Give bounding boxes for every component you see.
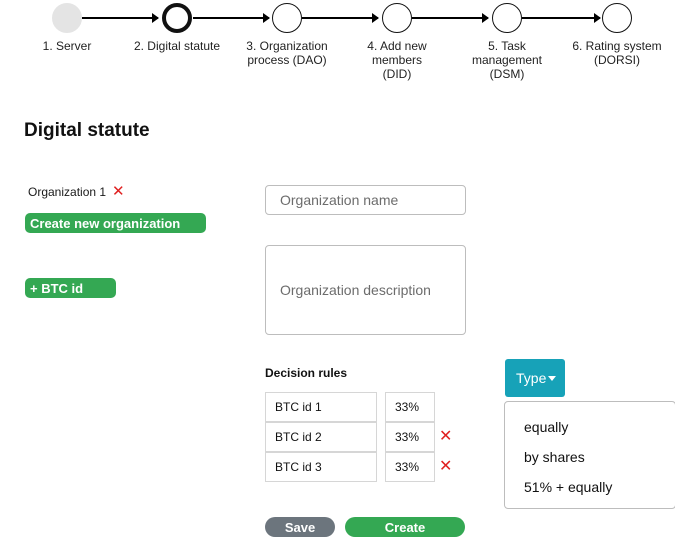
organization-item[interactable]: Organization 1 ✕: [28, 184, 125, 199]
rule-share-field[interactable]: 33%: [385, 452, 435, 482]
type-dropdown-label: Type: [516, 369, 547, 386]
caret-down-icon: [548, 376, 557, 382]
step-2-label: 2. Digital statute: [133, 39, 221, 53]
create-organization-button[interactable]: Create new organization: [25, 213, 206, 233]
add-btc-id-button[interactable]: + BTC id: [25, 278, 116, 298]
step-4-indicator[interactable]: [382, 3, 412, 33]
step-1-indicator[interactable]: [52, 3, 82, 33]
organization-name-input[interactable]: Organization name: [265, 185, 466, 215]
step-connector: [82, 13, 159, 23]
close-icon[interactable]: ✕: [112, 184, 125, 199]
decision-rules-label: Decision rules: [265, 366, 348, 380]
step-connector: [522, 13, 601, 23]
type-option-equally[interactable]: equally: [505, 412, 675, 442]
step-connector: [193, 13, 270, 23]
organization-description-input[interactable]: Organization description: [265, 245, 466, 335]
rule-btc-id-field[interactable]: BTC id 1: [265, 392, 377, 422]
create-button[interactable]: Create: [345, 517, 465, 537]
organization-name: Organization 1: [28, 185, 107, 199]
rule-share-field[interactable]: 33%: [385, 392, 435, 422]
type-dropdown-menu: equally by shares 51% + equally: [504, 401, 675, 509]
step-1-label: 1. Server: [42, 39, 92, 53]
rule-btc-id-field[interactable]: BTC id 3: [265, 452, 377, 482]
step-4-label: 4. Add new members (DID): [367, 39, 427, 81]
step-5-indicator[interactable]: [492, 3, 522, 33]
type-option-majority-equally[interactable]: 51% + equally: [505, 472, 675, 502]
step-3-indicator[interactable]: [272, 3, 302, 33]
page-title: Digital statute: [24, 120, 150, 141]
step-connector: [412, 13, 489, 23]
type-option-by-shares[interactable]: by shares: [505, 442, 675, 472]
rule-share-field[interactable]: 33%: [385, 422, 435, 452]
rule-btc-id-field[interactable]: BTC id 2: [265, 422, 377, 452]
close-icon[interactable]: ✕: [439, 459, 452, 475]
close-icon[interactable]: ✕: [439, 429, 452, 445]
save-button[interactable]: Save: [265, 517, 335, 537]
step-2-indicator[interactable]: [162, 3, 192, 33]
step-6-label: 6. Rating system (DORSI): [572, 39, 662, 67]
step-6-indicator[interactable]: [602, 3, 632, 33]
step-connector: [302, 13, 379, 23]
type-dropdown-button[interactable]: Type: [505, 359, 565, 397]
step-5-label: 5. Task management (DSM): [471, 39, 543, 81]
progress-stepper: 1. Server 2. Digital statute 3. Organiza…: [0, 0, 675, 90]
step-3-label: 3. Organization process (DAO): [246, 39, 328, 67]
